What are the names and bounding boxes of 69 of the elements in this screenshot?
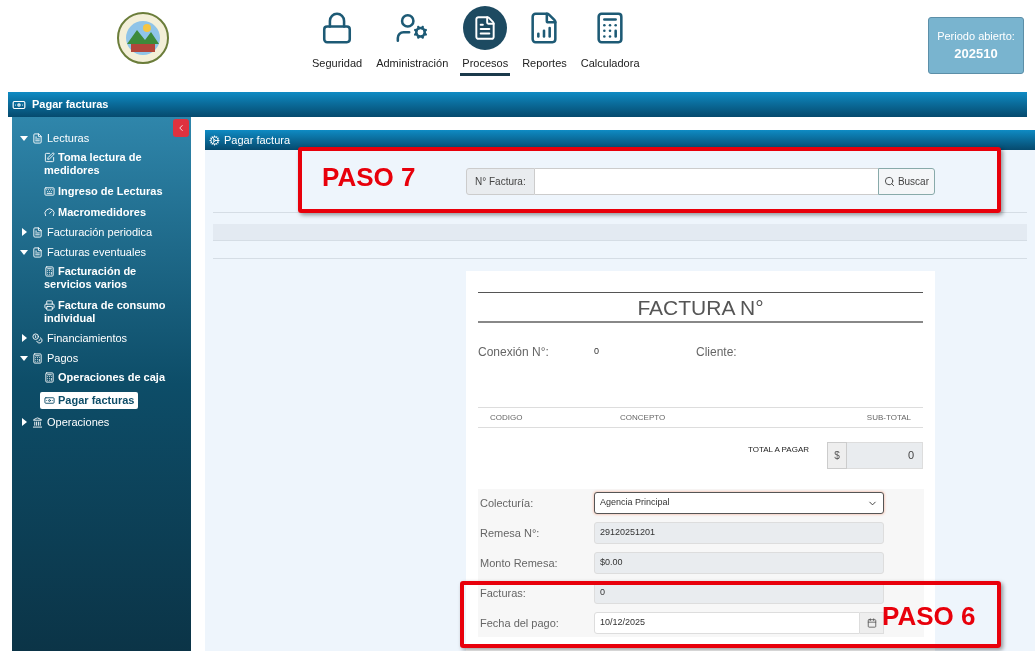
caret-down-icon — [20, 248, 28, 256]
period-label: Periodo abierto: — [937, 28, 1015, 44]
column-header: CONCEPTO — [620, 411, 667, 424]
calendar-icon — [866, 618, 877, 628]
coins-icon — [32, 332, 43, 344]
document-icon — [32, 132, 43, 144]
sidebar-item[interactable]: Lecturas — [20, 131, 90, 145]
field-label: N° Factura: — [466, 167, 535, 195]
sidebar-subitem[interactable]: Pagar facturas — [40, 392, 139, 409]
total-field[interactable]: 0 — [847, 442, 923, 469]
caret-right-icon — [20, 228, 28, 236]
select-field[interactable]: Agencia Principal — [594, 492, 884, 514]
readonly-field: $0.00 — [594, 552, 884, 574]
search-button[interactable]: Buscar — [877, 167, 935, 195]
sidebar-item[interactable]: Facturación periodica — [20, 225, 153, 239]
caret-right-icon — [20, 334, 28, 342]
caret-down-icon — [20, 134, 28, 142]
banknote-icon — [44, 394, 55, 406]
sidebar-item[interactable]: Financiamientos — [20, 331, 128, 345]
nav-tab[interactable]: Reportes — [520, 6, 569, 76]
form-label: Fecha del pago: — [479, 615, 560, 631]
window-title: Pagar facturas — [32, 97, 109, 113]
sidebar-subitem[interactable]: Factura de consumo individual — [44, 299, 185, 325]
collapse-button[interactable] — [173, 119, 189, 137]
sidebar-subitem[interactable]: Ingreso de Lecturas — [44, 185, 185, 198]
printer-icon — [44, 299, 55, 311]
bank-icon — [32, 416, 43, 428]
client-label: Cliente: — [696, 344, 737, 361]
sidebar-item[interactable]: Operaciones — [20, 415, 110, 429]
date-field[interactable]: 10/12/2025 — [594, 612, 860, 634]
sidebar-item[interactable]: Pagos — [20, 351, 79, 365]
nav-tab[interactable]: Procesos — [460, 6, 511, 76]
sidebar-subitem[interactable]: Facturación de servicios varios — [44, 265, 185, 291]
document-icon — [32, 246, 43, 258]
edit-icon — [44, 151, 55, 163]
invoice-number-field[interactable] — [534, 167, 878, 195]
sidebar-item[interactable]: Facturas eventuales — [20, 245, 147, 259]
total-label: TOTAL A PAGAR — [747, 444, 809, 456]
nav-tab[interactable]: Seguridad — [310, 6, 365, 76]
gauge-icon — [44, 206, 55, 218]
currency-addon: $ — [827, 442, 847, 469]
connection-label: Conexión N°: — [478, 344, 550, 361]
logo — [117, 12, 169, 64]
sidebar-subitem[interactable]: Macromedidores — [44, 206, 185, 219]
form-label: Colecturía: — [479, 495, 535, 511]
document-icon — [32, 226, 43, 238]
search-icon — [883, 175, 895, 187]
chevron-left-icon — [176, 123, 186, 133]
invoice-title: FACTURA N° — [637, 296, 764, 318]
nav-tab[interactable]: Administración — [374, 6, 451, 76]
form-label: Remesa N°: — [479, 525, 541, 541]
panel-title: Pagar factura — [224, 132, 291, 148]
sidebar-subitem[interactable]: Operaciones de caja — [44, 371, 185, 384]
nav-tab[interactable]: Calculadora — [578, 6, 642, 76]
column-header: SUB-TOTAL — [866, 411, 911, 424]
form-label: Monto Remesa: — [479, 555, 559, 571]
caret-right-icon — [20, 418, 28, 426]
keyboard-icon — [44, 185, 55, 197]
step-annotation: PASO 7 — [322, 164, 416, 190]
caret-down-icon — [20, 354, 28, 362]
readonly-field: 29120251201 — [594, 522, 884, 544]
sidebar-subitem[interactable]: Toma lectura de medidores — [44, 151, 185, 177]
connection-value: 0 — [594, 345, 600, 359]
form-label: Facturas: — [479, 585, 527, 601]
calendar-button[interactable] — [860, 612, 884, 634]
column-header: CODIGO — [490, 411, 524, 424]
document-icon — [463, 6, 508, 50]
period-value: 202510 — [954, 45, 998, 63]
step-annotation: PASO 6 — [882, 603, 976, 629]
